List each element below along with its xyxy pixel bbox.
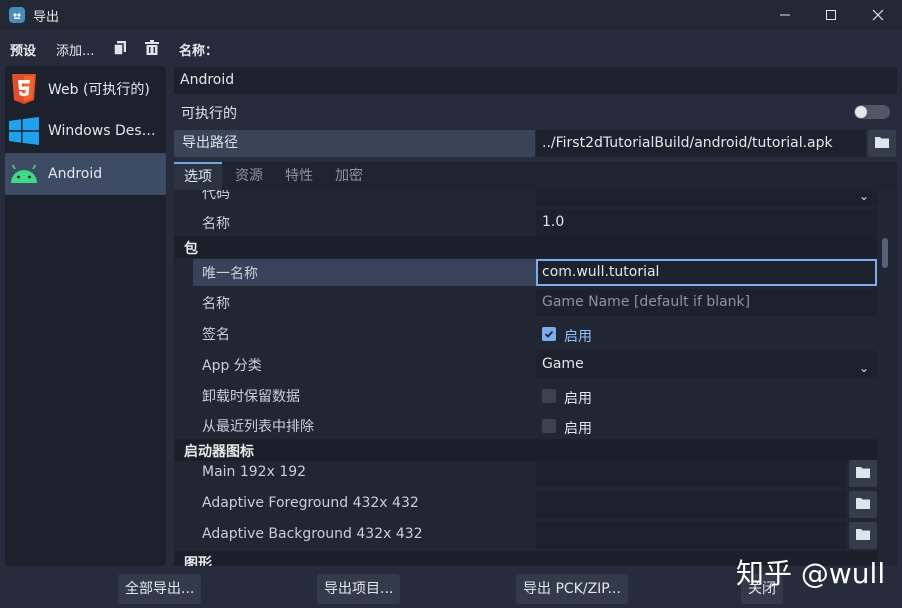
retain-data-label: 卸载时保留数据: [202, 389, 300, 405]
checkbox-unchecked-icon: [542, 389, 556, 403]
graphics-section-title: 图形: [184, 556, 212, 566]
chevron-down-icon: ⌄: [858, 190, 869, 203]
export-all-button[interactable]: 全部导出...: [118, 574, 202, 604]
adaptive-background-browse-button[interactable]: [849, 522, 877, 549]
app-category-row: App 分类 Game ⌄: [174, 351, 877, 379]
exclude-recents-checkbox[interactable]: 启用: [536, 412, 877, 439]
package-section-header[interactable]: 包: [174, 236, 877, 258]
version-name-row: 名称 1.0: [174, 209, 877, 237]
checkbox-unchecked-icon: [542, 419, 556, 433]
chevron-down-icon: ⌄: [858, 361, 869, 375]
runnable-label: 可执行的: [181, 106, 237, 122]
package-name-label: 名称: [202, 296, 230, 312]
tab-encryption[interactable]: 加密: [325, 162, 373, 190]
folder-icon: [875, 136, 889, 152]
main-icon-path-input[interactable]: [536, 460, 846, 487]
adaptive-background-label: Adaptive Background 432x 432: [202, 526, 423, 542]
preset-item-windows[interactable]: Windows Desktop: [5, 110, 166, 152]
version-name-input[interactable]: 1.0: [536, 209, 877, 236]
window-title: 导出: [33, 9, 60, 25]
main-icon-row: Main 192x 192: [174, 460, 877, 488]
unique-name-input[interactable]: com.wull.tutorial: [536, 259, 877, 286]
preset-label: Android: [48, 166, 103, 182]
retain-data-row: 卸载时保留数据 启用: [174, 382, 877, 410]
app-category-select[interactable]: Game ⌄: [536, 351, 877, 378]
signed-label: 签名: [202, 327, 230, 343]
signed-check-label: 启用: [564, 329, 592, 345]
signed-checkbox[interactable]: 启用: [536, 320, 877, 347]
title-bar: 导出: [0, 0, 902, 30]
minimize-button[interactable]: [762, 0, 808, 30]
windows-icon: [9, 116, 39, 146]
preset-label: Windows Desktop: [48, 123, 160, 139]
delete-icon[interactable]: [144, 40, 160, 56]
tab-options[interactable]: 选项: [174, 162, 222, 190]
launcher-icons-section-title: 启动器图标: [184, 444, 254, 460]
checkbox-checked-icon: [542, 327, 556, 341]
package-name-row: 名称 Game Name [default if blank]: [174, 289, 877, 317]
export-path-input[interactable]: ../First2dTutorialBuild/android/tutorial…: [536, 130, 866, 157]
retain-data-check-label: 启用: [564, 391, 592, 407]
unique-name-row: 唯一名称 com.wull.tutorial: [174, 259, 877, 287]
main-icon-label: Main 192x 192: [202, 464, 307, 480]
android-icon: [9, 159, 39, 189]
preset-toolbar: 预设 添加... 名称：: [0, 30, 902, 66]
name-label: 名称：: [179, 44, 219, 59]
scrollbar-thumb[interactable]: [882, 238, 888, 268]
options-panel: 代码 ⌄ 名称 1.0 包 唯一名称 com.wull.tutorial 名称 …: [174, 190, 897, 566]
adaptive-foreground-label: Adaptive Foreground 432x 432: [202, 495, 419, 511]
version-code-field[interactable]: ⌄: [536, 190, 877, 206]
preset-item-web[interactable]: Web (可执行的): [5, 68, 166, 110]
export-path-label: 导出路径: [174, 130, 535, 157]
preset-list: Web (可执行的) Windows Desktop Android: [5, 66, 166, 566]
runnable-toggle[interactable]: [854, 105, 890, 119]
folder-icon: [856, 528, 870, 544]
version-code-row: 代码 ⌄: [174, 190, 877, 207]
preset-name-input[interactable]: Android: [174, 67, 897, 94]
main-icon-browse-button[interactable]: [849, 460, 877, 487]
adaptive-background-path-input[interactable]: [536, 522, 846, 549]
preset-item-android[interactable]: Android: [5, 153, 166, 195]
adaptive-foreground-browse-button[interactable]: [849, 491, 877, 518]
browse-path-button[interactable]: [868, 130, 896, 157]
toggle-knob: [855, 106, 867, 118]
version-code-label: 代码: [202, 190, 230, 202]
tab-features[interactable]: 特性: [275, 162, 323, 190]
godot-icon: [9, 7, 25, 23]
add-preset-button[interactable]: 添加...: [56, 40, 94, 59]
unique-name-label: 唯一名称: [202, 266, 258, 282]
options-scrollbar[interactable]: [882, 200, 888, 560]
app-category-value: Game: [542, 356, 584, 372]
adaptive-background-row: Adaptive Background 432x 432: [174, 522, 877, 550]
options-tabs: 选项 资源 特性 加密: [174, 162, 897, 190]
close-window-button[interactable]: [855, 0, 901, 30]
app-category-label: App 分类: [202, 358, 262, 374]
package-name-input[interactable]: Game Name [default if blank]: [536, 289, 877, 316]
html5-icon: [9, 74, 39, 104]
export-project-button[interactable]: 导出项目...: [317, 574, 401, 604]
maximize-button[interactable]: [808, 0, 854, 30]
package-section-title: 包: [184, 241, 198, 257]
folder-icon: [856, 466, 870, 482]
retain-data-checkbox[interactable]: 启用: [536, 382, 877, 409]
export-pck-button[interactable]: 导出 PCK/ZIP...: [516, 574, 628, 604]
preset-label: Web (可执行的): [48, 82, 150, 98]
signed-row: 签名 启用: [174, 320, 877, 348]
presets-label: 预设: [10, 44, 37, 59]
duplicate-icon[interactable]: [112, 40, 128, 56]
tab-resources[interactable]: 资源: [225, 162, 273, 190]
exclude-recents-label: 从最近列表中排除: [202, 419, 314, 435]
watermark: 知乎 @wull: [736, 557, 886, 590]
folder-icon: [856, 497, 870, 513]
exclude-recents-row: 从最近列表中排除 启用: [174, 412, 877, 440]
launcher-icons-section-header[interactable]: 启动器图标: [174, 439, 877, 461]
version-name-label: 名称: [202, 216, 230, 232]
adaptive-foreground-row: Adaptive Foreground 432x 432: [174, 491, 877, 519]
adaptive-foreground-path-input[interactable]: [536, 491, 846, 518]
